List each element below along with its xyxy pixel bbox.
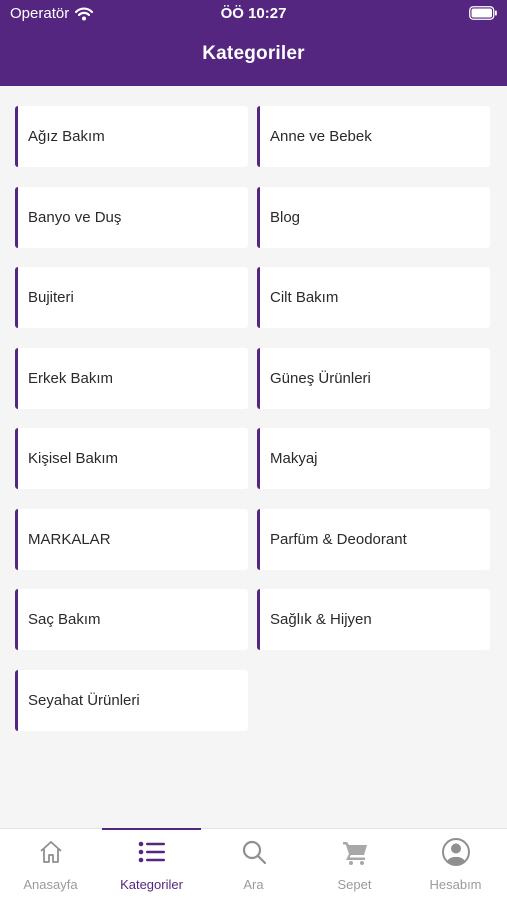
category-label: Anne ve Bebek (270, 128, 372, 145)
tab-bar: Anasayfa Kategoriler Ara Sepet Hesabım (0, 828, 507, 900)
category-card[interactable]: Sağlık & Hijyen (257, 589, 490, 650)
category-card[interactable]: Güneş Ürünleri (257, 348, 490, 409)
tab-sepet[interactable]: Sepet (304, 829, 405, 900)
category-card[interactable]: Banyo ve Duş (15, 187, 248, 248)
category-label: Parfüm & Deodorant (270, 531, 407, 548)
category-label: Sağlık & Hijyen (270, 611, 372, 628)
category-card[interactable]: Parfüm & Deodorant (257, 509, 490, 570)
account-icon (441, 837, 471, 867)
category-card[interactable]: Erkek Bakım (15, 348, 248, 409)
category-card[interactable]: Bujiteri (15, 267, 248, 328)
category-label: Bujiteri (28, 289, 74, 306)
category-label: Seyahat Ürünleri (28, 692, 140, 709)
category-card[interactable]: Anne ve Bebek (257, 106, 490, 167)
category-label: Blog (270, 209, 301, 226)
category-label: Makyaj (270, 450, 318, 467)
battery-icon (469, 6, 497, 24)
category-card[interactable]: MARKALAR (15, 509, 248, 570)
clock: ÖÖ 10:27 (220, 5, 287, 22)
search-icon (240, 837, 268, 867)
category-card[interactable]: Saç Bakım (15, 589, 248, 650)
category-card[interactable]: Ağız Bakım (15, 106, 248, 167)
category-label: Cilt Bakım (270, 289, 339, 306)
app-header: Operatör ÖÖ 10:27 Kategoriler (0, 0, 507, 86)
tab-label: Hesabım (429, 877, 482, 892)
category-label: MARKALAR (28, 531, 111, 548)
category-card[interactable]: Kişisel Bakım (15, 428, 248, 489)
tab-label: Kategoriler (120, 877, 183, 892)
cart-icon (341, 837, 369, 867)
category-label: Erkek Bakım (28, 370, 114, 387)
category-card[interactable]: Blog (257, 187, 490, 248)
tab-anasayfa[interactable]: Anasayfa (0, 829, 101, 900)
category-label: Ağız Bakım (28, 128, 105, 145)
category-card[interactable]: Makyaj (257, 428, 490, 489)
tab-label: Ara (243, 877, 264, 892)
category-label: Güneş Ürünleri (270, 370, 371, 387)
category-label: Kişisel Bakım (28, 450, 119, 467)
tab-hesabim[interactable]: Hesabım (405, 829, 506, 900)
page-title: Kategoriler (202, 43, 305, 64)
tab-label: Sepet (337, 877, 372, 892)
status-bar: Operatör ÖÖ 10:27 (0, 0, 507, 28)
home-icon (37, 837, 65, 867)
category-card[interactable]: Cilt Bakım (257, 267, 490, 328)
tab-ara[interactable]: Ara (203, 829, 304, 900)
tab-label: Anasayfa (23, 877, 78, 892)
category-label: Banyo ve Duş (28, 209, 122, 226)
list-icon (138, 837, 166, 867)
category-card[interactable]: Seyahat Ürünleri (15, 670, 248, 731)
active-tab-indicator (102, 828, 201, 830)
tab-kategoriler[interactable]: Kategoriler (101, 828, 202, 900)
category-label: Saç Bakım (28, 611, 101, 628)
